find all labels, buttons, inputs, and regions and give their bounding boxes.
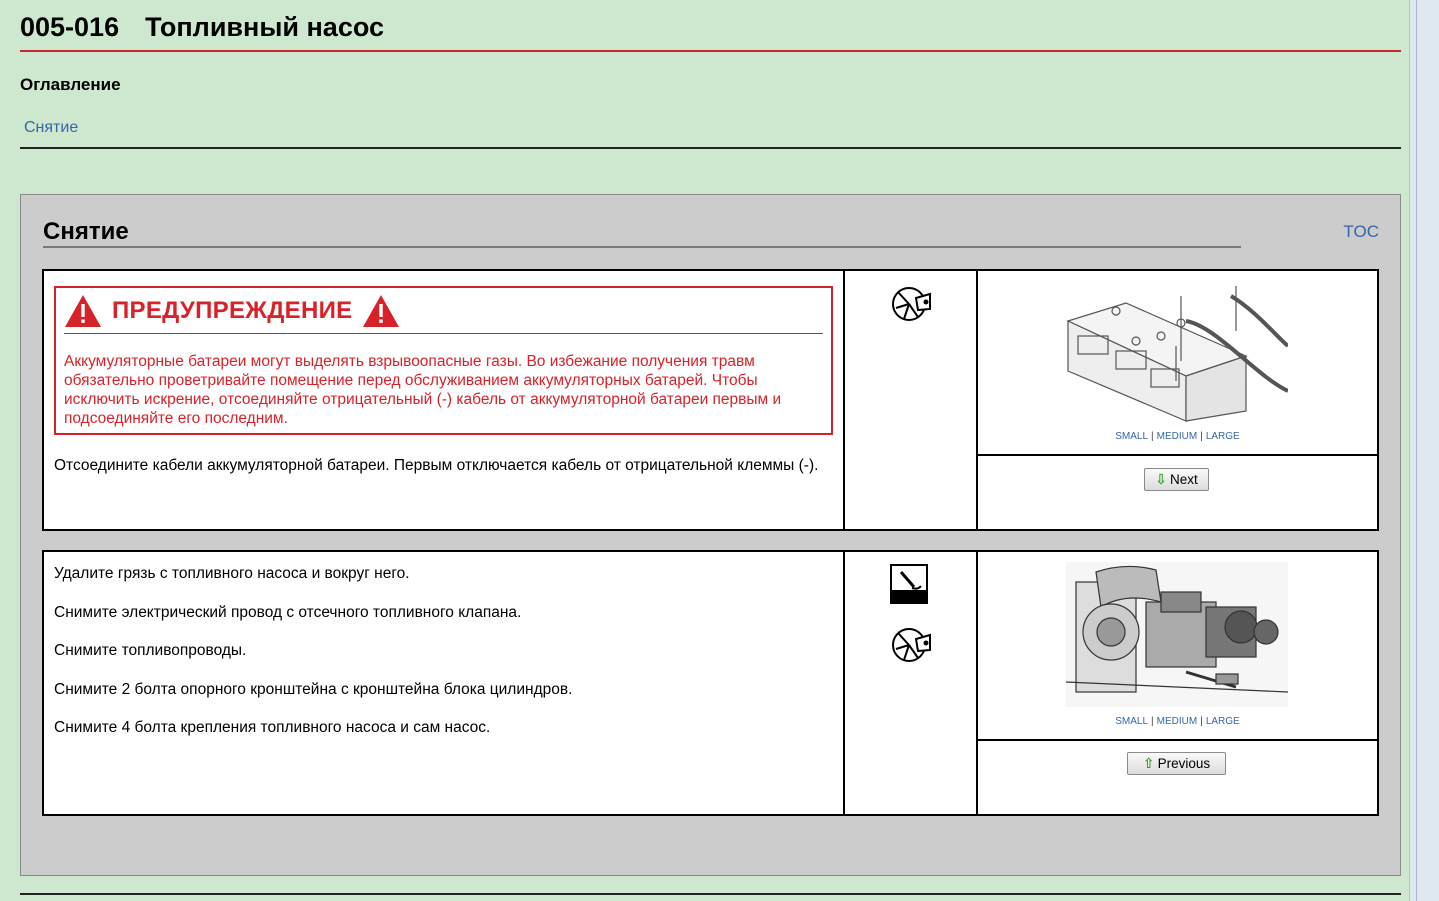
step-icons-cell [845, 552, 978, 814]
step-icons-cell [845, 271, 978, 529]
step-instruction: Отсоедините кабели аккумуляторной батаре… [54, 457, 819, 474]
previous-button[interactable]: ⇧ Previous [1127, 752, 1226, 775]
gauge-icon [890, 564, 928, 604]
step-figure-cell: SMALL | MEDIUM | LARGE ⇩ Next [978, 271, 1377, 529]
size-link-large[interactable]: LARGE [1206, 431, 1240, 442]
wrench-socket-icon [892, 287, 931, 321]
size-link-small[interactable]: SMALL [1115, 431, 1148, 442]
size-link-medium[interactable]: MEDIUM [1157, 431, 1198, 442]
step-instruction: Удалите грязь с топливного насоса и вокр… [54, 565, 410, 582]
figure-size-links: SMALL | MEDIUM | LARGE [1115, 716, 1240, 727]
step-instruction: Снимите 2 болта опорного кронштейна с кр… [54, 680, 573, 698]
toc-heading: Оглавление [20, 75, 121, 94]
arrow-up-icon: ⇧ [1142, 755, 1155, 771]
title-divider [20, 50, 1401, 52]
page-code: 005-016 [20, 12, 120, 42]
step-text-cell: ПРЕДУПРЕЖДЕНИЕ Аккумуляторные батареи мо… [44, 271, 845, 529]
next-button-label: Next [1169, 472, 1198, 487]
figure-area: SMALL | MEDIUM | LARGE [978, 552, 1377, 741]
toc-top-link[interactable]: TOC [1343, 222, 1379, 242]
scrollbar-track [1416, 0, 1417, 901]
arrow-down-icon: ⇩ [1155, 471, 1167, 487]
vertical-scrollbar[interactable] [1409, 0, 1439, 901]
figure-area: SMALL | MEDIUM | LARGE [978, 271, 1377, 456]
wrench-socket-icon [892, 628, 931, 662]
step-row-2: Удалите грязь с топливного насоса и вокр… [42, 550, 1379, 816]
previous-button-label: Previous [1157, 756, 1211, 771]
figure-size-links: SMALL | MEDIUM | LARGE [1115, 431, 1240, 442]
next-button[interactable]: ⇩ Next [1144, 468, 1209, 491]
step-instruction: Снимите электрический провод с отсечного… [54, 603, 522, 621]
step-text-cell: Удалите грязь с топливного насоса и вокр… [44, 552, 845, 814]
step-instruction: Снимите топливопроводы. [54, 642, 247, 659]
step-row-1: ПРЕДУПРЕЖДЕНИЕ Аккумуляторные батареи мо… [42, 269, 1379, 531]
section-divider [43, 246, 1241, 248]
warning-triangle-icon [363, 294, 400, 327]
size-link-large[interactable]: LARGE [1206, 716, 1240, 727]
page-title-text: Топливный насос [145, 12, 384, 42]
section-title: Снятие [43, 218, 129, 245]
warning-triangle-icon [65, 294, 101, 327]
page-title: 005-016 Топливный насос [20, 12, 384, 43]
toc-divider [20, 147, 1401, 149]
warning-header: ПРЕДУПРЕЖДЕНИЕ [64, 288, 823, 334]
warning-box: ПРЕДУПРЕЖДЕНИЕ Аккумуляторные батареи мо… [54, 286, 833, 435]
footer-divider [20, 893, 1401, 895]
removal-section: Снятие TOC ПРЕДУПРЕЖДЕНИЕ Аккумуляторные… [20, 194, 1401, 876]
step-figure-cell: SMALL | MEDIUM | LARGE ⇧ Previous [978, 552, 1377, 814]
step-instruction: Снимите 4 болта крепления топливного нас… [54, 719, 491, 736]
warning-text: Аккумуляторные батареи могут выделять вз… [64, 353, 782, 427]
step-instruction-list: Удалите грязь с топливного насоса и вокр… [54, 564, 572, 757]
warning-title: ПРЕДУПРЕЖДЕНИЕ [112, 296, 353, 324]
battery-figure [1066, 281, 1288, 426]
toc-link-removal[interactable]: Снятие [24, 119, 78, 137]
size-link-medium[interactable]: MEDIUM [1157, 716, 1198, 727]
fuel-pump-figure [1066, 562, 1288, 707]
size-link-small[interactable]: SMALL [1115, 716, 1148, 727]
